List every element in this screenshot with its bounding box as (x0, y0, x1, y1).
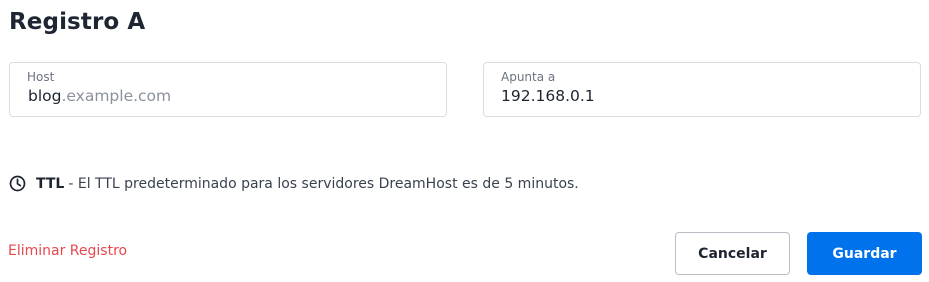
points-to-input[interactable]: 192.168.0.1 (501, 87, 595, 105)
ttl-label: TTL (36, 175, 65, 192)
save-button[interactable]: Guardar (807, 232, 922, 275)
ttl-info: TTL - El TTL predeterminado para los ser… (9, 175, 579, 192)
clock-icon (9, 175, 26, 192)
cancel-button[interactable]: Cancelar (675, 232, 790, 275)
page-title: Registro A (9, 9, 146, 35)
host-domain-suffix: .example.com (61, 87, 172, 105)
host-field[interactable]: Host blog.example.com (9, 62, 447, 117)
points-to-field[interactable]: Apunta a 192.168.0.1 (483, 62, 921, 117)
host-value: blog (28, 87, 62, 105)
ttl-description: - El TTL predeterminado para los servido… (68, 175, 579, 192)
points-to-field-label: Apunta a (501, 70, 556, 84)
delete-record-link[interactable]: Eliminar Registro (8, 243, 127, 259)
host-input[interactable]: blog.example.com (28, 87, 171, 105)
host-field-label: Host (27, 70, 55, 84)
